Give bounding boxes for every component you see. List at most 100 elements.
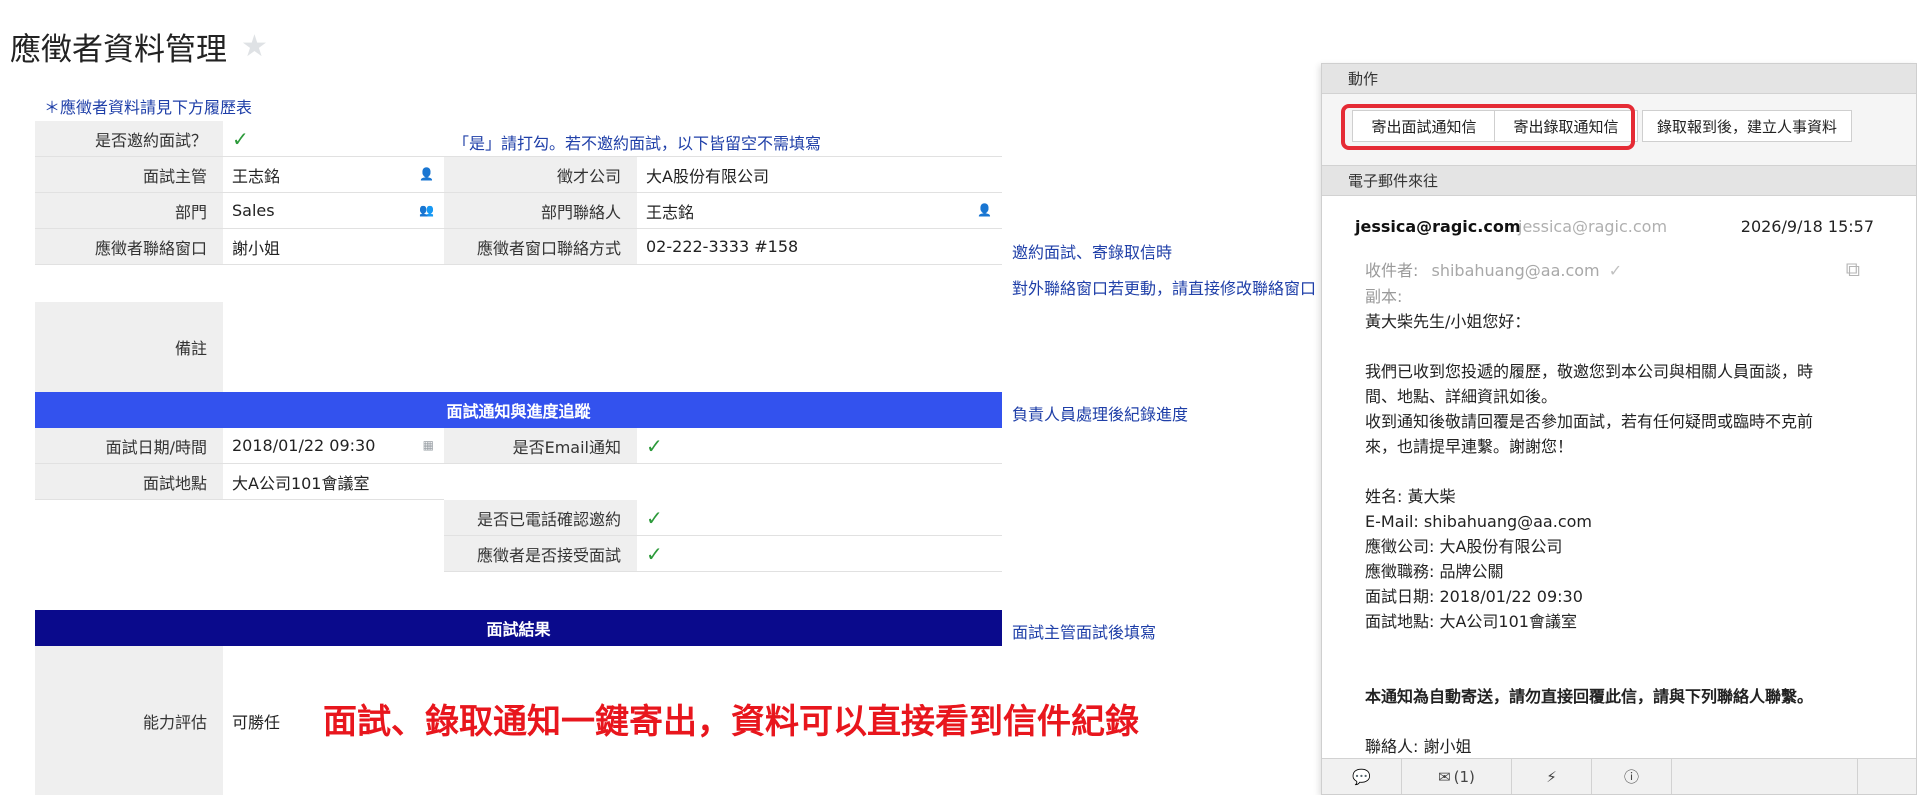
ability-value: 可勝任	[232, 712, 281, 732]
interview-time-value: 2018/01/22 09:30	[232, 436, 376, 455]
interview-place-value: 大A公司101會議室	[232, 473, 370, 493]
to-value: shibahuang@aa.com	[1431, 261, 1600, 280]
label-ability: 能力評估	[35, 646, 223, 795]
label-company: 徵才公司	[444, 157, 637, 192]
emails-header: 電子郵件來往	[1322, 166, 1916, 196]
mail-count: (1)	[1453, 767, 1475, 786]
phone-confirm-checkbox[interactable]: ✓	[637, 500, 1002, 535]
dept-contact-value: 王志銘	[646, 202, 695, 222]
contact-window-field[interactable]: 謝小姐	[223, 229, 444, 264]
email-body-line: 我們已收到您投遞的履歷，敬邀您到本公司與相關人員面談，時	[1365, 362, 1814, 381]
user-icon[interactable]: 👤	[977, 203, 992, 217]
interviewer-field[interactable]: 王志銘 👤	[223, 157, 444, 192]
label-contact-window: 應徵者聯絡窗口	[35, 229, 223, 264]
email-date: 2026/9/18 15:57	[1740, 217, 1874, 236]
mail-icon: ✉	[1438, 767, 1451, 786]
applicant-form: 是否邀約面試？ ✓ 「是」請打勾。若不邀約面試，以下皆留空不需填寫 面試主管 王…	[35, 0, 1325, 795]
interview-time-field[interactable]: 2018/01/22 09:30 ▦	[223, 428, 444, 463]
check-icon: ✓	[1608, 261, 1623, 280]
email-body-line: 黃大柴先生/小姐您好：	[1365, 312, 1531, 331]
email-body-line: 收到通知後敬請回覆是否參加面試，若有任何疑問或臨時不克前	[1365, 412, 1814, 431]
calendar-icon[interactable]: ▦	[423, 438, 434, 452]
dept-field[interactable]: Sales 👥	[223, 193, 444, 228]
comment-icon[interactable]: 💬	[1322, 759, 1402, 794]
email-body: 黃大柴先生/小姐您好： 我們已收到您投遞的履歷，敬邀您到本公司與相關人員面談，時…	[1365, 309, 1855, 759]
email-from[interactable]: jessica@ragic.com	[1355, 217, 1520, 236]
contact-method-value: 02-222-3333 #158	[646, 237, 799, 256]
check-icon: ✓	[646, 433, 663, 458]
company-value: 大A股份有限公司	[646, 166, 769, 186]
email-thread: jessica@ragic.com jessica@ragic.com 2026…	[1322, 201, 1916, 761]
email-body-line	[1365, 634, 1855, 659]
check-icon: ✓	[646, 541, 663, 566]
footer-spacer	[1672, 759, 1858, 794]
progress-note: 負責人員處理後紀錄進度	[1012, 405, 1189, 424]
email-body-line: 本通知為自動寄送，請勿直接回覆此信，請與下列聯絡人聯繫。	[1365, 687, 1814, 706]
dept-value: Sales	[232, 201, 275, 220]
row-interview-place: 面試地點 大A公司101會議室	[35, 464, 444, 500]
panel-footer: 💬 ✉ (1) ⚡ ⓘ	[1322, 758, 1916, 794]
label-dept-contact: 部門聯絡人	[444, 193, 637, 228]
interview-place-field[interactable]: 大A公司101會議室	[223, 464, 444, 499]
cc-label: 副本:	[1365, 287, 1403, 306]
email-body-line	[1365, 459, 1855, 484]
create-hr-record-button[interactable]: 錄取報到後，建立人事資料	[1642, 110, 1852, 142]
label-remarks: 備註	[35, 302, 223, 392]
accept-interview-checkbox[interactable]: ✓	[637, 536, 1002, 571]
to-label: 收件者:	[1365, 261, 1419, 280]
user-icon[interactable]: 👤	[419, 167, 434, 181]
invite-hint: 「是」請打勾。若不邀約面試，以下皆留空不需填寫	[453, 134, 822, 153]
row-contact-window: 應徵者聯絡窗口 謝小姐 應徵者窗口聯絡方式 02-222-3333 #158	[35, 229, 1002, 265]
mail-tab[interactable]: ✉ (1)	[1402, 759, 1512, 794]
email-from-address: jessica@ragic.com	[1518, 217, 1668, 236]
group-icon[interactable]: 👥	[419, 203, 434, 217]
footer-spacer	[1858, 759, 1914, 794]
contact-method-field[interactable]: 02-222-3333 #158	[637, 229, 1002, 264]
interviewer-value: 王志銘	[232, 166, 281, 186]
label-email-notify: 是否Email通知	[444, 428, 637, 463]
label-dept: 部門	[35, 193, 223, 228]
check-icon: ✓	[232, 126, 249, 151]
email-notify-checkbox[interactable]: ✓	[637, 428, 1002, 463]
email-body-line: 面試地點: 大A公司101會議室	[1365, 612, 1577, 631]
email-body-line: 聯絡人: 謝小姐	[1365, 737, 1472, 756]
email-body-line: 間、地點、詳細資訊如後。	[1365, 387, 1558, 406]
info-icon[interactable]: ⓘ	[1592, 759, 1672, 794]
side-panel: 動作 寄出面試通知信 寄出錄取通知信 錄取報到後，建立人事資料 電子郵件來往 j…	[1321, 63, 1917, 795]
remarks-field[interactable]	[223, 302, 1002, 392]
highlight-box	[1341, 104, 1635, 150]
external-link-icon[interactable]: ⧉	[1846, 257, 1860, 281]
email-body-line	[1365, 334, 1855, 359]
row-interviewer: 面試主管 王志銘 👤 徵才公司 大A股份有限公司	[35, 157, 1002, 193]
result-note: 面試主管面試後填寫	[1012, 623, 1157, 642]
label-contact-method: 應徵者窗口聯絡方式	[444, 229, 637, 264]
contact-note-1: 邀約面試、寄錄取信時	[1012, 243, 1173, 262]
bolt-icon[interactable]: ⚡	[1512, 759, 1592, 794]
email-body-line: E-Mail: shibahuang@aa.com	[1365, 512, 1592, 531]
label-invite: 是否邀約面試？	[35, 121, 223, 156]
email-to: 收件者: shibahuang@aa.com ✓	[1365, 257, 1622, 281]
email-body-line: 應徵公司: 大A股份有限公司	[1365, 537, 1563, 556]
row-remarks: 備註	[35, 302, 1002, 392]
email-body-line: 姓名: 黃大柴	[1365, 487, 1456, 506]
label-phone-confirm: 是否已電話確認邀約	[444, 500, 637, 535]
section-result-header: 面試結果	[35, 610, 1002, 646]
email-body-line: 面試日期: 2018/01/22 09:30	[1365, 587, 1583, 606]
dept-contact-field[interactable]: 王志銘 👤	[637, 193, 1002, 228]
row-accept-interview: 應徵者是否接受面試 ✓	[444, 536, 1002, 572]
invite-checkbox[interactable]: ✓	[223, 121, 444, 156]
contact-note-2: 對外聯絡窗口若更動，請直接修改聯絡窗口	[1012, 279, 1317, 298]
row-dept: 部門 Sales 👥 部門聯絡人 王志銘 👤	[35, 193, 1002, 229]
email-body-line	[1365, 709, 1855, 734]
section-progress-header: 面試通知與進度追蹤	[35, 392, 1002, 428]
email-body-line: 應徵職務: 品牌公關	[1365, 562, 1504, 581]
overlay-caption: 面試、錄取通知一鍵寄出，資料可以直接看到信件紀錄	[323, 702, 1139, 742]
company-field[interactable]: 大A股份有限公司	[637, 157, 1002, 192]
actions-header: 動作	[1322, 64, 1916, 94]
email-body-line	[1365, 659, 1855, 684]
row-interview-time: 面試日期/時間 2018/01/22 09:30 ▦ 是否Email通知 ✓	[35, 428, 1002, 464]
email-body-line: 來，也請提早連繫。謝謝您！	[1365, 437, 1574, 456]
contact-window-value: 謝小姐	[232, 238, 281, 258]
actions-area: 寄出面試通知信 寄出錄取通知信 錄取報到後，建立人事資料	[1322, 94, 1916, 166]
label-interview-time: 面試日期/時間	[35, 428, 223, 463]
